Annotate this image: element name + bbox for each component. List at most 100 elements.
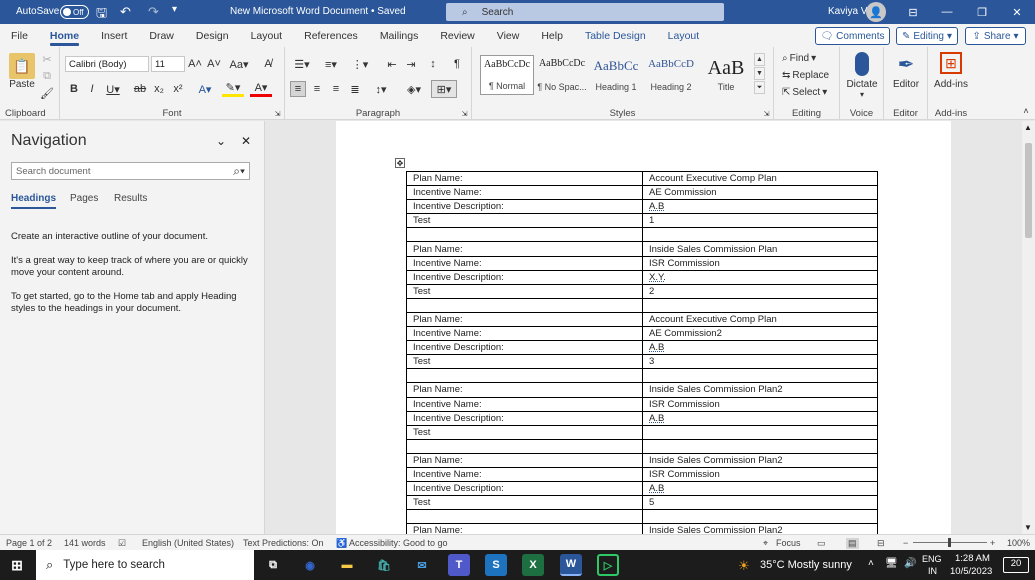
tab-layout[interactable]: Layout [240, 24, 294, 47]
teams-icon[interactable]: T [448, 554, 470, 576]
text-predictions-status[interactable]: Text Predictions: On [243, 538, 324, 548]
save-icon[interactable]: 🖫 [96, 4, 107, 26]
editor-pen-icon[interactable]: ✒ [894, 52, 918, 76]
shading-icon[interactable]: ◈▾ [403, 81, 425, 97]
accessibility-status[interactable]: Accessibility: Good to go [349, 538, 448, 548]
paste-label[interactable]: Paste [6, 79, 38, 90]
avatar[interactable]: 👤 [866, 2, 886, 22]
table-cell-value[interactable]: AE Commission [642, 185, 878, 201]
scroll-down-icon[interactable]: ▼ [1024, 523, 1032, 532]
change-case-icon[interactable]: Aa▾ [228, 56, 250, 72]
table-cell-value[interactable]: 3 [642, 354, 878, 370]
close-icon[interactable]: ✕ [241, 134, 251, 148]
line-spacing-icon[interactable]: ↕▾ [370, 81, 392, 97]
justify-icon[interactable]: ≣ [347, 81, 363, 97]
table-cell-value[interactable]: 2 [642, 283, 878, 299]
network-icon[interactable]: 🖥 [885, 558, 898, 569]
table-cell-label[interactable]: Incentive Name: [406, 185, 643, 201]
tab-insert[interactable]: Insert [90, 24, 138, 47]
clock-time[interactable]: 1:28 AM [955, 553, 990, 564]
table-cell-label[interactable]: Incentive Description: [406, 340, 643, 356]
borders-icon[interactable]: ⊞▾ [431, 80, 457, 98]
table-cell-value[interactable]: Inside Sales Commission Plan2 [642, 523, 878, 534]
vertical-scrollbar[interactable]: ▲ ▼ [1022, 121, 1035, 534]
autosave-toggle[interactable]: Off [60, 5, 89, 19]
table-cell-label[interactable]: Plan Name: [406, 170, 643, 187]
table-cell-value[interactable]: 5 [642, 495, 878, 511]
table-cell-value[interactable]: A.B [642, 199, 878, 215]
bullets-icon[interactable]: ☰▾ [290, 56, 314, 72]
tab-table-layout[interactable]: Layout [657, 24, 711, 47]
decrease-indent-icon[interactable]: ⇤ [384, 56, 400, 72]
underline-icon[interactable]: U▾ [103, 81, 123, 97]
tab-references[interactable]: References [293, 24, 369, 47]
tab-headings[interactable]: Headings [11, 193, 57, 209]
table-cell-label[interactable]: Incentive Description: [406, 410, 643, 426]
volume-icon[interactable]: 🔊 [904, 558, 916, 569]
zoom-slider-thumb[interactable] [948, 538, 951, 547]
table-cell-label[interactable]: Incentive Name: [406, 326, 643, 342]
language-status[interactable]: English (United States) [142, 538, 234, 548]
font-size-select[interactable]: 11 [151, 56, 185, 72]
task-view-icon[interactable]: ⧉ [262, 554, 284, 576]
search-box[interactable]: ⌕ Search [446, 3, 724, 21]
table-cell-label[interactable] [406, 509, 643, 525]
collapse-ribbon-icon[interactable]: ˄ [1020, 105, 1032, 117]
table-cell-label[interactable]: Plan Name: [406, 382, 643, 398]
proofing-icon[interactable]: ☑ [118, 538, 126, 549]
windows-start-icon[interactable]: ⊞ [6, 554, 28, 576]
ribbon-display-icon[interactable]: ⊟ [896, 0, 930, 24]
tab-pages[interactable]: Pages [70, 193, 98, 204]
style-no-spacing[interactable]: AaBbCcDc ¶ No Spac... [535, 55, 589, 95]
dialog-launcher-icon[interactable]: ⇲ [762, 109, 771, 118]
addins-icon[interactable]: ⊞ [940, 52, 962, 74]
table-cell-label[interactable]: Incentive Description: [406, 481, 643, 497]
word-count[interactable]: 141 words [64, 538, 106, 548]
styles-scroll-down-icon[interactable]: ▼ [754, 67, 765, 80]
align-center-icon[interactable]: ≡ [309, 81, 325, 97]
grow-font-icon[interactable]: A˄ [187, 56, 203, 72]
dialog-launcher-icon[interactable]: ⇲ [273, 109, 282, 118]
table-cell-value[interactable]: Inside Sales Commission Plan2 [642, 382, 878, 398]
table-cell-value[interactable] [642, 227, 878, 243]
word-icon[interactable]: W [560, 554, 582, 576]
table-cell-value[interactable]: X.Y. [642, 269, 878, 285]
table-cell-value[interactable] [642, 368, 878, 384]
tab-help[interactable]: Help [530, 24, 574, 47]
share-button[interactable]: ⇪ Share ▾ [965, 27, 1026, 45]
clock-date[interactable]: 10/5/2023 [950, 566, 992, 577]
table-cell-value[interactable]: 1 [642, 213, 878, 229]
table-cell-value[interactable]: Inside Sales Commission Plan [642, 241, 878, 257]
font-name-select[interactable]: Calibri (Body) [65, 56, 149, 72]
style-heading-2[interactable]: AaBbCcD Heading 2 [644, 55, 698, 95]
customize-qat-icon[interactable]: ▾ [172, 4, 177, 15]
focus-button[interactable]: Focus [776, 538, 801, 548]
print-layout-icon[interactable]: ▤ [846, 538, 859, 549]
user-name[interactable]: Kaviya V [828, 6, 867, 17]
tab-home[interactable]: Home [39, 24, 90, 47]
table-cell-value[interactable]: AE Commission2 [642, 326, 878, 342]
chevron-up-icon[interactable]: ˄ [868, 558, 874, 569]
shrink-font-icon[interactable]: A˅ [206, 56, 222, 72]
strikethrough-icon[interactable]: ab [131, 81, 149, 97]
web-layout-icon[interactable]: ⊟ [877, 538, 885, 549]
table-cell-label[interactable]: Incentive Name: [406, 466, 643, 483]
table-cell-value[interactable] [642, 297, 878, 313]
restore-icon[interactable]: ❐ [965, 0, 999, 24]
table-cell-label[interactable] [406, 368, 643, 384]
tab-view[interactable]: View [486, 24, 531, 47]
table-cell-value[interactable]: ISR Commission [642, 255, 878, 271]
table-cell-label[interactable]: Test [406, 495, 643, 511]
table-cell-label[interactable]: Plan Name: [406, 311, 643, 328]
zoom-out-icon[interactable]: − [903, 538, 908, 548]
table-cell-label[interactable]: Test [406, 424, 643, 440]
table-cell-label[interactable]: Incentive Description: [406, 199, 643, 215]
table-cell-value[interactable]: ISR Commission [642, 396, 878, 412]
table-cell-label[interactable]: Test [406, 283, 643, 299]
redo-icon[interactable]: ↷ [148, 4, 159, 20]
italic-icon[interactable]: I [85, 81, 99, 97]
paste-icon[interactable]: 📋 [9, 53, 35, 79]
comments-button[interactable]: 🗨 Comments [815, 27, 890, 45]
style-title[interactable]: AaB Title [699, 55, 753, 95]
search-document-input[interactable]: Search document ⌕▾ [11, 162, 250, 180]
